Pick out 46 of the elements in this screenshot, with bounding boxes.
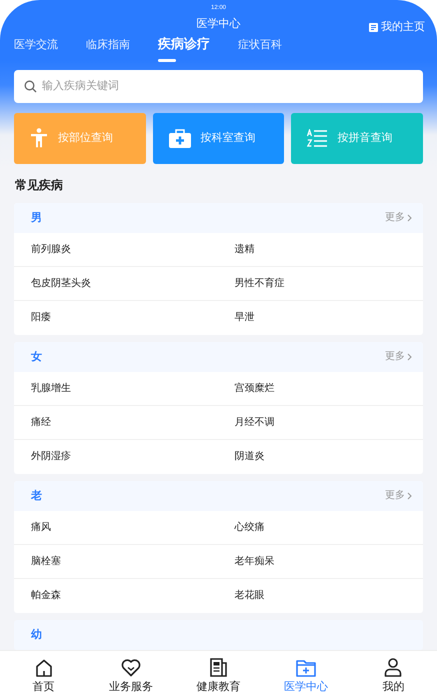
disease-item[interactable]: 帕金森 xyxy=(14,578,218,613)
chevron-right-icon xyxy=(407,492,412,500)
disease-item[interactable]: 包皮阴茎头炎 xyxy=(14,266,218,301)
nav-tab[interactable]: 健康教育 xyxy=(174,651,262,700)
page-title: 医学中心 xyxy=(196,16,240,32)
disease-item[interactable]: 心绞痛 xyxy=(218,510,423,545)
disease-item[interactable]: 遗精 xyxy=(218,232,423,267)
document-icon xyxy=(210,658,228,677)
disease-item[interactable]: 脑栓塞 xyxy=(14,544,218,579)
person-icon xyxy=(384,658,402,677)
disease-item[interactable]: 宫颈糜烂 xyxy=(218,372,423,406)
disease-item[interactable]: 男性不育症 xyxy=(218,266,423,301)
group-title: 女 xyxy=(31,350,42,365)
profile-page-icon xyxy=(369,23,378,32)
my-homepage-link[interactable]: 我的主页 xyxy=(369,19,425,36)
tab[interactable]: 症状百科 xyxy=(238,37,282,62)
nav-tab[interactable]: 业务服务 xyxy=(87,651,175,700)
tab[interactable]: 疾病诊疗 xyxy=(158,34,210,62)
home-icon xyxy=(34,658,53,676)
medical-folder-icon xyxy=(296,658,316,677)
disease-item[interactable]: 月经不调 xyxy=(218,406,423,440)
heart-icon xyxy=(121,658,142,676)
disease-item[interactable]: 乳腺增生 xyxy=(14,372,218,406)
disease-item[interactable]: 早泄 xyxy=(218,300,423,335)
disease-item[interactable]: 老花眼 xyxy=(218,578,423,613)
medical-kit-icon xyxy=(168,128,191,148)
group-title: 幼 xyxy=(31,628,42,643)
disease-item[interactable]: 外阴湿疹 xyxy=(14,440,218,474)
nav-tab[interactable]: 我的 xyxy=(350,651,437,700)
group-title: 男 xyxy=(31,210,42,226)
search-field[interactable]: 输入疾病关键词 xyxy=(14,70,423,103)
person-figure-icon xyxy=(30,128,48,148)
search-icon xyxy=(24,80,37,93)
alphabet-list-icon xyxy=(307,129,328,148)
nav-tab[interactable]: 首页 xyxy=(0,651,88,700)
chevron-right-icon xyxy=(407,352,412,361)
disease-item[interactable]: 老年痴呆 xyxy=(218,544,423,579)
nav-tab[interactable]: 医学中心 xyxy=(262,651,350,700)
group-title: 老 xyxy=(31,488,42,504)
chevron-right-icon xyxy=(407,214,412,222)
section-title: 常见疾病 xyxy=(14,176,64,194)
disease-item[interactable]: 前列腺炎 xyxy=(14,232,218,267)
disease-item[interactable]: 痛经 xyxy=(14,406,218,440)
disease-item[interactable]: 阴道炎 xyxy=(218,440,423,474)
disease-item[interactable]: 痛风 xyxy=(14,510,218,545)
disease-item[interactable]: 阳痿 xyxy=(14,300,218,335)
